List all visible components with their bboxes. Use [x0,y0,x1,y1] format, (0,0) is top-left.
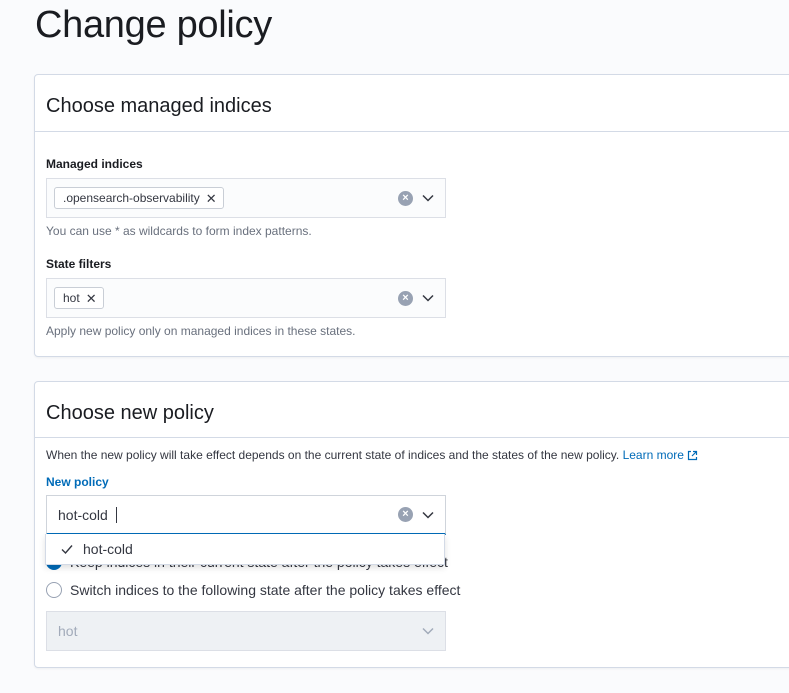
policy-description: When the new policy will take effect dep… [46,448,698,464]
new-policy-combobox[interactable]: hot-cold × [46,495,446,535]
index-pill-label: .opensearch-observability [63,191,200,205]
panel-title-policy: Choose new policy [46,402,214,424]
chevron-down-icon[interactable] [421,291,435,305]
clear-circle-icon[interactable]: × [398,290,413,306]
radio-switch-state[interactable]: Switch indices to the following state af… [46,582,460,598]
panel-divider [35,437,789,438]
page-title: Change policy [35,4,272,46]
state-filters-combobox[interactable]: hot ✕ × [46,278,446,318]
state-filters-label: State filters [46,257,112,271]
new-policy-label: New policy [46,475,109,489]
chevron-down-icon [421,624,435,638]
policy-description-text: When the new policy will take effect dep… [46,448,620,462]
close-icon[interactable]: ✕ [86,292,97,305]
managed-indices-help: You can use * as wildcards to form index… [46,224,312,238]
new-policy-dropdown: hot-cold [45,534,445,565]
managed-indices-label: Managed indices [46,157,143,171]
panel-divider [35,131,789,132]
external-link-icon [687,450,698,464]
dropdown-option-hot-cold[interactable]: hot-cold [83,541,133,557]
learn-more-link[interactable]: Learn more [623,448,698,462]
state-pill: hot ✕ [54,287,104,309]
panel-title-indices: Choose managed indices [46,95,272,117]
index-pill: .opensearch-observability ✕ [54,187,224,209]
clear-circle-icon[interactable]: × [398,190,413,206]
chevron-down-icon[interactable] [421,508,435,522]
state-pill-label: hot [63,291,80,305]
clear-circle-icon[interactable]: × [398,507,413,522]
state-filters-help: Apply new policy only on managed indices… [46,324,356,338]
chevron-down-icon[interactable] [421,191,435,205]
state-select: hot [46,611,446,651]
check-icon [60,542,74,556]
managed-indices-combobox[interactable]: .opensearch-observability ✕ × [46,178,446,218]
new-policy-input[interactable]: hot-cold [58,507,108,523]
radio-switch-state-control[interactable] [46,582,62,598]
radio-switch-state-label: Switch indices to the following state af… [70,582,461,598]
new-policy-panel: Choose new policy When the new policy wi… [34,381,789,668]
text-cursor [115,506,117,523]
close-icon[interactable]: ✕ [206,192,217,205]
managed-indices-panel: Choose managed indices Managed indices .… [34,74,789,357]
state-select-value: hot [58,623,78,639]
